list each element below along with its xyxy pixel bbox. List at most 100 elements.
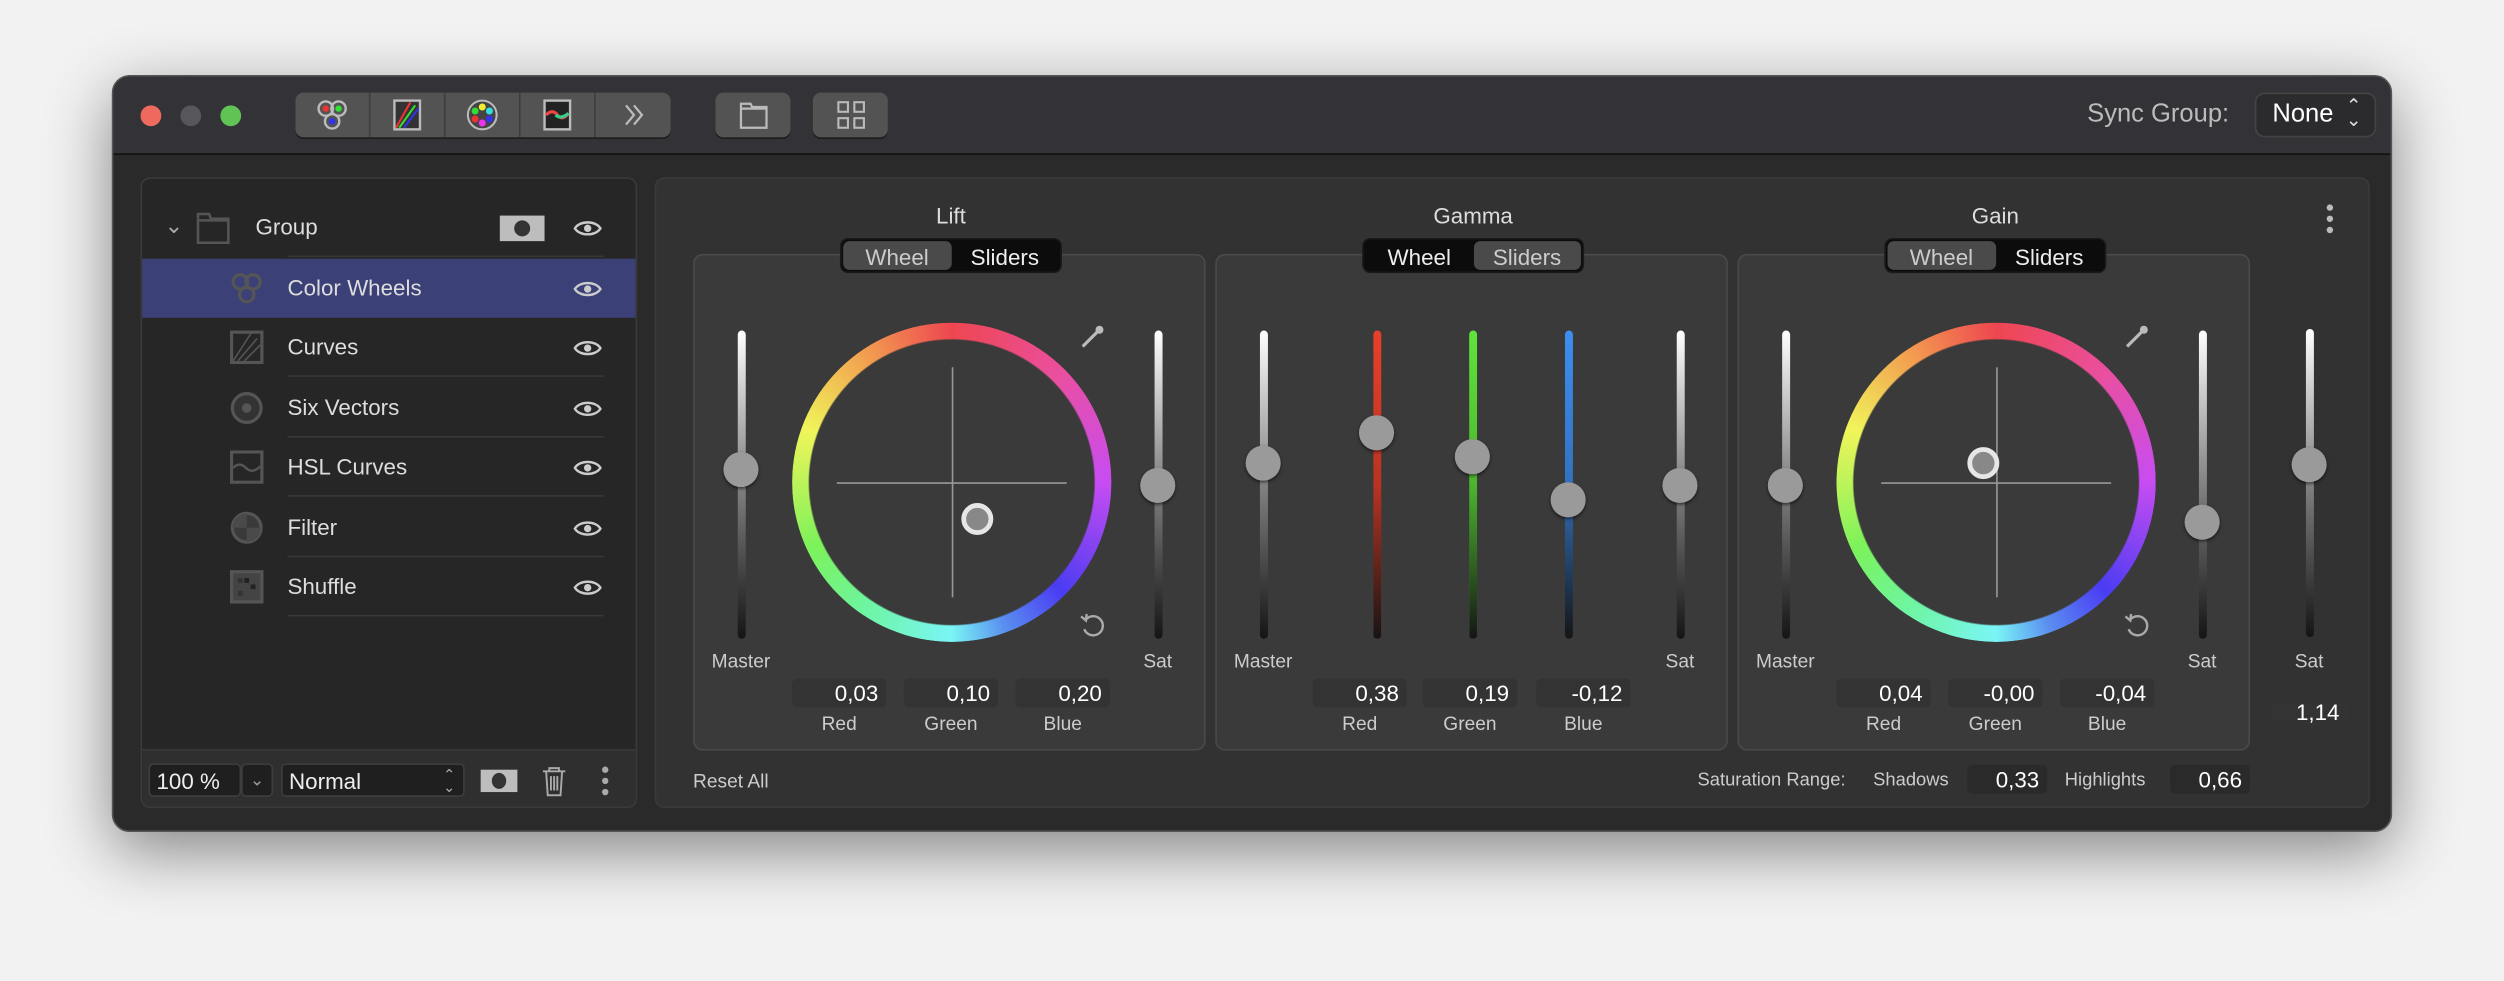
- green-value-field[interactable]: 0,10: [903, 678, 999, 708]
- mode-sliders-button[interactable]: Sliders: [1473, 241, 1581, 270]
- layers-panel: ⌄ Group Color Wheels Curves Six Vectors HSL C…: [140, 177, 638, 809]
- blue-value-field[interactable]: 0,20: [1015, 678, 1110, 708]
- eye-icon[interactable]: [573, 576, 602, 605]
- close-button[interactable]: [140, 105, 162, 127]
- opacity-dropdown-chevron-icon[interactable]: ⌄: [241, 763, 274, 797]
- curves-icon: [393, 99, 422, 131]
- mask-icon: [491, 772, 507, 789]
- red-slider-thumb[interactable]: [1358, 414, 1395, 450]
- green-slider[interactable]: [1468, 330, 1477, 639]
- sync-group-select[interactable]: None ⌃ ⌄: [2254, 92, 2377, 138]
- tab-curves[interactable]: [370, 92, 446, 138]
- shadows-field[interactable]: 0,33: [1967, 764, 2048, 794]
- eyedropper-icon[interactable]: [2124, 324, 2150, 358]
- row-divider: [287, 614, 604, 617]
- sat-slider[interactable]: [2198, 330, 2207, 639]
- mode-sliders-button[interactable]: Sliders: [951, 241, 1059, 270]
- red-value-field[interactable]: 0,38: [1312, 678, 1407, 708]
- sat-slider-thumb[interactable]: [1662, 467, 1698, 503]
- layer-label: Color Wheels: [287, 273, 422, 300]
- minimize-button[interactable]: [180, 105, 202, 127]
- grid-icon: [836, 101, 865, 129]
- grid-view-button[interactable]: [812, 92, 888, 138]
- editor-menu-icon[interactable]: [2325, 203, 2335, 235]
- eye-icon[interactable]: [573, 217, 602, 246]
- layer-row-hsl-curves[interactable]: HSL Curves: [142, 438, 635, 497]
- green-value-field[interactable]: 0,19: [1422, 678, 1518, 708]
- opacity-field[interactable]: 100 %: [148, 763, 242, 797]
- mode-wheel-button[interactable]: Wheel: [1887, 241, 1996, 270]
- blend-mode-select[interactable]: Normal ⌃ ⌄: [281, 763, 465, 797]
- layer-label: Filter: [287, 513, 338, 539]
- mask-button[interactable]: [480, 769, 518, 793]
- green-slider-thumb[interactable]: [1454, 439, 1490, 475]
- updown-chevron-icon: ⌃ ⌄: [2345, 94, 2362, 131]
- tab-hsl-curves[interactable]: [521, 92, 596, 138]
- highlights-label: Highlights: [2064, 771, 2146, 791]
- sat-slider-thumb[interactable]: [2184, 504, 2220, 540]
- layers-footer: 100 % ⌄ Normal ⌃ ⌄: [142, 748, 636, 807]
- global-sat-slider[interactable]: [2305, 328, 2314, 638]
- crosshair-vertical: [950, 367, 953, 598]
- eye-icon[interactable]: [573, 517, 602, 546]
- master-slider-thumb[interactable]: [1245, 445, 1281, 481]
- blue-value-field[interactable]: -0,04: [2060, 678, 2155, 708]
- mode-wheel-button[interactable]: Wheel: [843, 241, 951, 270]
- six-vectors-icon: [230, 390, 264, 424]
- global-sat-field[interactable]: 1,14: [2270, 697, 2348, 727]
- highlights-field[interactable]: 0,66: [2170, 764, 2251, 794]
- zoom-button[interactable]: [220, 105, 242, 127]
- blue-slider-thumb[interactable]: [1550, 482, 1586, 518]
- layer-row-group[interactable]: ⌄ Group: [142, 198, 635, 258]
- color-wheels-editor: Lift Wheel Sliders Master Sat 0,03 Red 0,10 Gree…: [654, 177, 2370, 809]
- layer-row-shuffle[interactable]: Shuffle: [142, 557, 635, 617]
- red-value-field[interactable]: 0,03: [792, 678, 887, 708]
- eyedropper-icon[interactable]: [1080, 324, 1106, 358]
- reset-wheel-icon[interactable]: [2124, 613, 2150, 647]
- reset-wheel-icon[interactable]: [1080, 613, 1106, 647]
- eye-icon[interactable]: [573, 457, 602, 486]
- layer-row-six-vectors[interactable]: Six Vectors: [142, 378, 635, 437]
- row-divider: [287, 554, 604, 557]
- global-sat-label: Sat: [2294, 649, 2324, 673]
- layer-label: Six Vectors: [287, 393, 400, 420]
- mode-wheel-button[interactable]: Wheel: [1365, 241, 1473, 270]
- color-wheels-window: Sync Group: None ⌃ ⌄ ⌄ Group Color Wheels Cur…: [111, 75, 2393, 832]
- group-mask-button[interactable]: [499, 215, 545, 242]
- reset-all-button[interactable]: Reset All: [693, 770, 769, 792]
- trash-icon[interactable]: [541, 765, 567, 797]
- color-wheel[interactable]: [792, 322, 1112, 642]
- hsl-curves-icon: [229, 450, 264, 484]
- green-label: Green: [1968, 712, 2022, 735]
- master-slider-thumb[interactable]: [723, 451, 759, 487]
- hsl-curves-icon: [543, 99, 572, 131]
- wheel-handle[interactable]: [960, 503, 993, 536]
- sat-label: Sat: [1665, 649, 1695, 673]
- color-wheel[interactable]: [1836, 322, 2156, 642]
- master-slider[interactable]: [1259, 330, 1268, 639]
- panel-lift: Lift Wheel Sliders Master Sat 0,03 Red 0,10 Gree…: [693, 203, 1206, 751]
- layer-row-filter[interactable]: Filter: [142, 497, 635, 557]
- red-slider[interactable]: [1372, 330, 1381, 639]
- tab-more[interactable]: [596, 93, 671, 138]
- row-divider: [287, 495, 604, 497]
- red-value-field[interactable]: 0,04: [1836, 678, 1931, 708]
- sat-label: Sat: [2187, 649, 2217, 673]
- mode-sliders-button[interactable]: Sliders: [1995, 241, 2103, 270]
- global-sat-slider-thumb[interactable]: [2291, 446, 2327, 483]
- disclosure-chevron-icon[interactable]: ⌄: [164, 212, 183, 239]
- blue-value-field[interactable]: -0,12: [1536, 678, 1631, 708]
- sat-slider-thumb[interactable]: [1140, 467, 1176, 503]
- more-options-icon[interactable]: [600, 765, 610, 797]
- tab-six-vectors[interactable]: [446, 92, 521, 138]
- eye-icon[interactable]: [573, 277, 602, 306]
- eye-icon[interactable]: [573, 397, 602, 426]
- master-slider-thumb[interactable]: [1767, 467, 1803, 503]
- green-value-field[interactable]: -0,00: [1948, 678, 2043, 708]
- eye-icon[interactable]: [573, 337, 602, 366]
- more-chevrons-icon: [624, 104, 643, 126]
- open-folder-button[interactable]: [715, 92, 791, 138]
- layer-row-curves[interactable]: Curves: [142, 318, 635, 377]
- tab-color-wheels[interactable]: [295, 92, 371, 138]
- layer-row-color-wheels[interactable]: Color Wheels: [142, 257, 636, 317]
